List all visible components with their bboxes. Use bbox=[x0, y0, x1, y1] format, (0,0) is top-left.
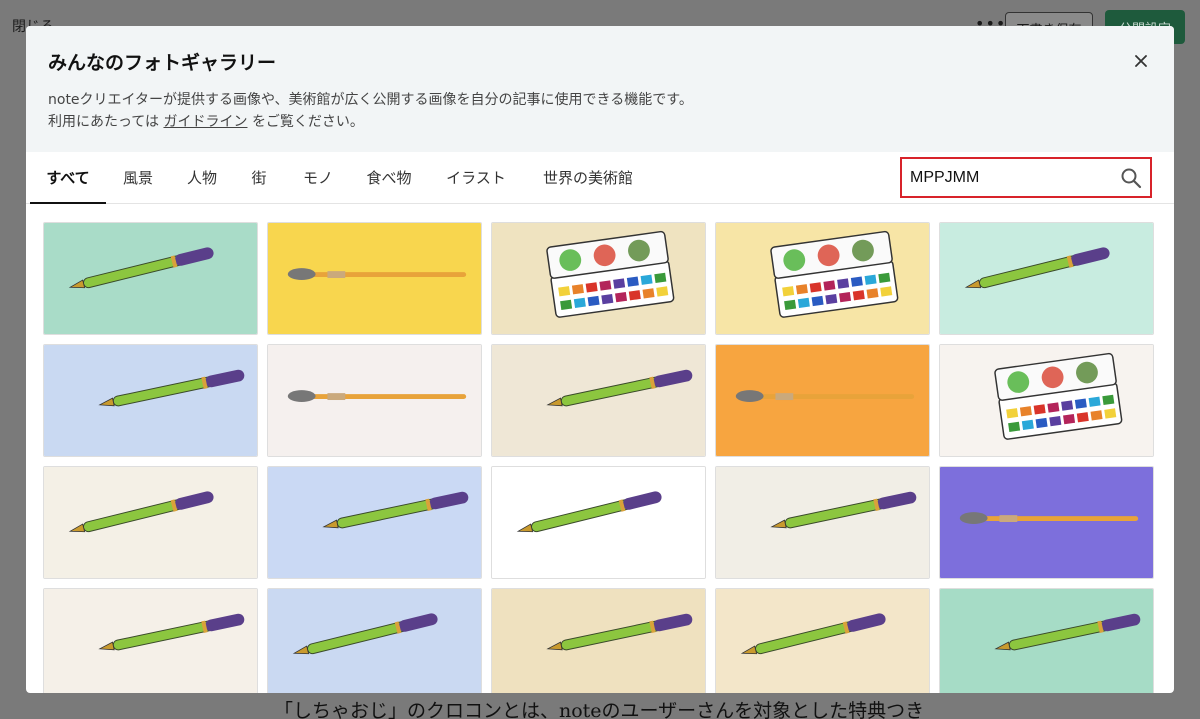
gallery-image-art bbox=[716, 589, 929, 693]
gallery-image-paintbrush[interactable] bbox=[267, 344, 482, 457]
gallery-image-art bbox=[940, 467, 1153, 578]
gallery-image-fountain-pen[interactable] bbox=[267, 588, 482, 693]
gallery-image-fountain-pen[interactable] bbox=[491, 588, 706, 693]
gallery-image-fountain-pen[interactable] bbox=[939, 222, 1154, 335]
modal-description: noteクリエイターが提供する画像や、美術館が広く公開する画像を自分の記事に使用… bbox=[48, 89, 1152, 133]
gallery-image-art bbox=[44, 223, 257, 334]
gallery-image-fountain-pen[interactable] bbox=[491, 466, 706, 579]
description-suffix: をご覧ください。 bbox=[251, 114, 364, 130]
close-icon[interactable] bbox=[1130, 50, 1152, 72]
guideline-link[interactable]: ガイドライン bbox=[163, 114, 247, 130]
gallery-image-fountain-pen[interactable] bbox=[715, 466, 930, 579]
gallery-image-fountain-pen[interactable] bbox=[491, 344, 706, 457]
gallery-image-watercolor-palette[interactable] bbox=[491, 222, 706, 335]
gallery-image-fountain-pen[interactable] bbox=[267, 466, 482, 579]
gallery-image-fountain-pen[interactable] bbox=[43, 344, 258, 457]
gallery-image-fountain-pen[interactable] bbox=[43, 588, 258, 693]
gallery-image-art bbox=[44, 345, 257, 456]
description-prefix: 利用にあたっては bbox=[48, 114, 160, 130]
gallery-image-art bbox=[44, 589, 257, 693]
gallery-image-art bbox=[268, 345, 481, 456]
modal-title: みんなのフォトギャラリー bbox=[48, 52, 277, 74]
gallery-image-art bbox=[716, 345, 929, 456]
gallery-image-art bbox=[268, 467, 481, 578]
gallery-image-paintbrush[interactable] bbox=[939, 466, 1154, 579]
gallery-image-art bbox=[492, 345, 705, 456]
category-tabs: すべて 風景 人物 街 モノ 食べ物 イラスト 世界の美術館 bbox=[26, 152, 1174, 204]
tab-illustration[interactable]: イラスト bbox=[444, 152, 508, 204]
image-grid bbox=[43, 222, 1157, 693]
gallery-image-art bbox=[268, 589, 481, 693]
gallery-image-watercolor-palette[interactable] bbox=[715, 222, 930, 335]
search-input[interactable] bbox=[910, 168, 1120, 187]
gallery-image-art bbox=[492, 467, 705, 578]
gallery-image-art bbox=[716, 467, 929, 578]
gallery-image-paintbrush[interactable] bbox=[715, 344, 930, 457]
gallery-image-fountain-pen[interactable] bbox=[43, 222, 258, 335]
gallery-image-art bbox=[940, 223, 1153, 334]
gallery-image-art bbox=[268, 223, 481, 334]
tab-all[interactable]: すべて bbox=[30, 152, 106, 204]
tab-city[interactable]: 街 bbox=[248, 152, 270, 204]
gallery-image-watercolor-palette[interactable] bbox=[939, 344, 1154, 457]
tab-world-museums[interactable]: 世界の美術館 bbox=[540, 152, 636, 204]
description-line-1: noteクリエイターが提供する画像や、美術館が広く公開する画像を自分の記事に使用… bbox=[48, 92, 693, 108]
gallery-image-art bbox=[492, 589, 705, 693]
gallery-image-fountain-pen[interactable] bbox=[939, 588, 1154, 693]
gallery-image-art bbox=[716, 223, 929, 334]
description-line-2: 利用にあたっては ガイドライン をご覧ください。 bbox=[48, 111, 1152, 133]
gallery-image-art bbox=[940, 345, 1153, 456]
modal-header: みんなのフォトギャラリー noteクリエイターが提供する画像や、美術館が広く公開… bbox=[26, 26, 1174, 152]
photo-gallery-modal: みんなのフォトギャラリー noteクリエイターが提供する画像や、美術館が広く公開… bbox=[26, 26, 1174, 693]
tab-food[interactable]: 食べ物 bbox=[364, 152, 414, 204]
gallery-image-fountain-pen[interactable] bbox=[43, 466, 258, 579]
tab-people[interactable]: 人物 bbox=[184, 152, 220, 204]
gallery-image-art bbox=[44, 467, 257, 578]
article-body-text: 「しちゃおじ」のクロコンとは、noteのユーザーさんを対象とした特典つき bbox=[274, 700, 925, 719]
gallery-image-fountain-pen[interactable] bbox=[715, 588, 930, 693]
tab-landscape[interactable]: 風景 bbox=[120, 152, 156, 204]
search-icon[interactable] bbox=[1120, 167, 1142, 189]
tab-things[interactable]: モノ bbox=[300, 152, 336, 204]
search-box bbox=[900, 157, 1152, 198]
gallery-image-paintbrush[interactable] bbox=[267, 222, 482, 335]
gallery-image-art bbox=[492, 223, 705, 334]
gallery-image-art bbox=[940, 589, 1153, 693]
